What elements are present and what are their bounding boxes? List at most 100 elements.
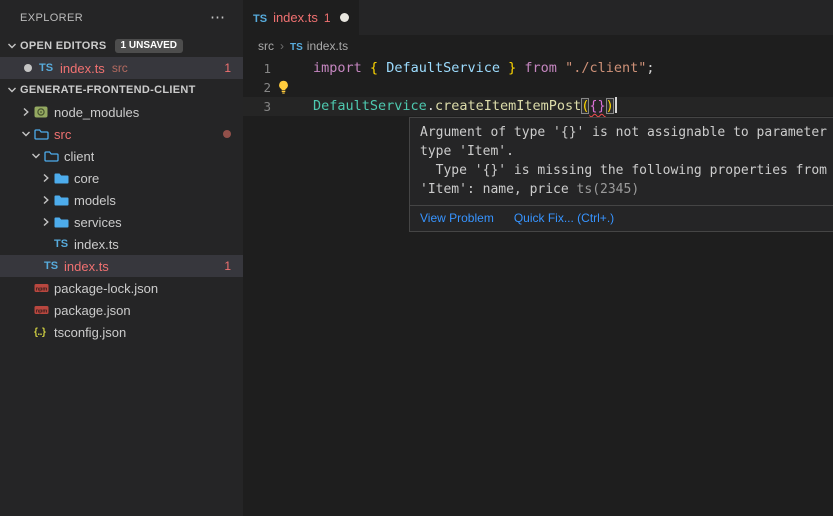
line-number: 3 xyxy=(243,97,271,116)
line-number: 1 xyxy=(243,59,271,78)
tree-item-index-ts[interactable]: TSindex.ts1 xyxy=(0,255,243,277)
tab-bar: TS index.ts 1 xyxy=(243,0,833,35)
svg-text:npm: npm xyxy=(36,308,48,314)
tree-item-label: core xyxy=(74,171,99,186)
typescript-icon: TS xyxy=(44,260,64,272)
tree-item-node-modules[interactable]: node_modules xyxy=(0,101,243,123)
tree-item-label: client xyxy=(64,149,94,164)
line-number: 2 xyxy=(243,78,271,97)
chevron-right-icon: › xyxy=(280,39,284,53)
problem-dot-icon xyxy=(223,130,231,138)
tree-item-label: services xyxy=(74,215,122,230)
text-cursor xyxy=(615,97,617,113)
open-editor-file-path: src xyxy=(112,61,128,75)
error-message: Argument of type '{}' is not assignable … xyxy=(410,118,833,205)
tooltip-actions: View Problem Quick Fix... (Ctrl+.) xyxy=(410,205,833,231)
tree-item-label: tsconfig.json xyxy=(54,325,126,340)
error-tooltip: Argument of type '{}' is not assignable … xyxy=(409,117,833,232)
code-token: DefaultService xyxy=(313,98,427,114)
open-editors-label: OPEN EDITORS xyxy=(20,40,107,52)
chevron-right-icon xyxy=(38,195,54,205)
unsaved-badge: 1 UNSAVED xyxy=(115,39,184,53)
folder-icon xyxy=(54,216,74,229)
chevron-down-icon xyxy=(18,129,34,139)
svg-text:npm: npm xyxy=(36,286,48,292)
tab-index-ts[interactable]: TS index.ts 1 xyxy=(243,0,359,35)
unsaved-dot-icon[interactable] xyxy=(340,13,349,22)
error-message-line: Type '{}' is missing the following prope… xyxy=(420,161,833,180)
diagnostic-code: ts(2345) xyxy=(577,182,640,197)
code-token xyxy=(378,60,386,76)
tree-item-label: package-lock.json xyxy=(54,281,158,296)
sidebar-title-bar: EXPLORER ⋯ xyxy=(0,0,243,35)
code-token: DefaultService xyxy=(386,60,500,76)
code-token: from xyxy=(524,60,557,76)
open-editors-header[interactable]: OPEN EDITORS 1 UNSAVED xyxy=(0,35,243,57)
error-message-line: type 'Item'. xyxy=(420,142,833,161)
chevron-right-icon xyxy=(18,107,34,117)
workspace-header[interactable]: GENERATE-FRONTEND-CLIENT xyxy=(0,79,243,101)
tree-item-label: node_modules xyxy=(54,105,139,120)
view-problem-link[interactable]: View Problem xyxy=(420,211,494,225)
folder-open-icon xyxy=(34,128,54,141)
code-token: createItemItemPost xyxy=(435,98,581,114)
json-config-icon: {..} xyxy=(34,327,54,338)
typescript-icon: TS xyxy=(253,9,267,27)
breadcrumb-file[interactable]: index.ts xyxy=(307,39,348,53)
tree-item-package-json[interactable]: npm package.json xyxy=(0,299,243,321)
chevron-down-icon xyxy=(28,151,44,161)
explorer-sidebar: EXPLORER ⋯ OPEN EDITORS 1 UNSAVED TS ind… xyxy=(0,0,243,516)
sidebar-title: EXPLORER xyxy=(20,12,83,24)
modified-dot-icon xyxy=(24,64,32,72)
typescript-icon: TS xyxy=(39,62,60,74)
tree-item-index-ts[interactable]: TSindex.ts xyxy=(0,233,243,255)
node-modules-folder-icon xyxy=(34,105,54,119)
code-token xyxy=(500,60,508,76)
code-line-3[interactable]: 3DefaultService.createItemItemPost({}) xyxy=(243,97,833,116)
code-token: ; xyxy=(646,60,654,76)
file-tree: node_modulessrcclientcoremodelsservicesT… xyxy=(0,101,243,343)
typescript-icon: TS xyxy=(54,238,74,250)
tree-item-models[interactable]: models xyxy=(0,189,243,211)
tree-item-core[interactable]: core xyxy=(0,167,243,189)
quick-fix-link[interactable]: Quick Fix... (Ctrl+.) xyxy=(514,211,614,225)
tree-item-src[interactable]: src xyxy=(0,123,243,145)
code-token: import xyxy=(313,60,362,76)
tree-item-package-lock-json[interactable]: npm package-lock.json xyxy=(0,277,243,299)
code-line-2[interactable]: 2 xyxy=(243,78,833,97)
code-token xyxy=(362,60,370,76)
chevron-right-icon xyxy=(38,217,54,227)
tree-item-services[interactable]: services xyxy=(0,211,243,233)
open-editor-item-index-ts[interactable]: TS index.ts src 1 xyxy=(0,57,243,79)
folder-icon xyxy=(54,172,74,185)
error-count-badge: 1 xyxy=(224,259,243,273)
error-message-line: Argument of type '{}' is not assignable … xyxy=(420,123,833,142)
open-editor-file-name: index.ts xyxy=(60,61,105,76)
breadcrumb-folder[interactable]: src xyxy=(258,39,274,53)
tree-item-client[interactable]: client xyxy=(0,145,243,167)
more-actions-icon[interactable]: ⋯ xyxy=(206,11,229,25)
chevron-down-icon xyxy=(4,41,20,51)
tree-item-tsconfig-json[interactable]: {..}tsconfig.json xyxy=(0,321,243,343)
tree-item-label: package.json xyxy=(54,303,131,318)
folder-icon xyxy=(54,194,74,207)
code-token: . xyxy=(427,98,435,114)
code-token xyxy=(557,60,565,76)
code-editor[interactable]: 1import { DefaultService } from "./clien… xyxy=(243,57,833,116)
code-token: ) xyxy=(606,98,614,114)
code-token: { xyxy=(370,60,378,76)
tree-item-label: src xyxy=(54,127,71,142)
code-line-1[interactable]: 1import { DefaultService } from "./clien… xyxy=(243,59,833,78)
tab-title: index.ts xyxy=(273,10,318,25)
error-count-badge: 1 xyxy=(224,61,243,75)
npm-icon: npm xyxy=(34,304,54,316)
chevron-right-icon xyxy=(38,173,54,183)
workspace-label: GENERATE-FRONTEND-CLIENT xyxy=(20,84,196,96)
error-token: {} xyxy=(589,98,605,114)
typescript-icon: TS xyxy=(290,39,303,53)
error-message-line: 'Item': name, price ts(2345) xyxy=(420,180,833,199)
tree-item-label: models xyxy=(74,193,116,208)
tab-error-count: 1 xyxy=(324,11,331,25)
editor-area: TS index.ts 1 src › TS index.ts 1import … xyxy=(243,0,833,516)
code-token: "./client" xyxy=(565,60,646,76)
